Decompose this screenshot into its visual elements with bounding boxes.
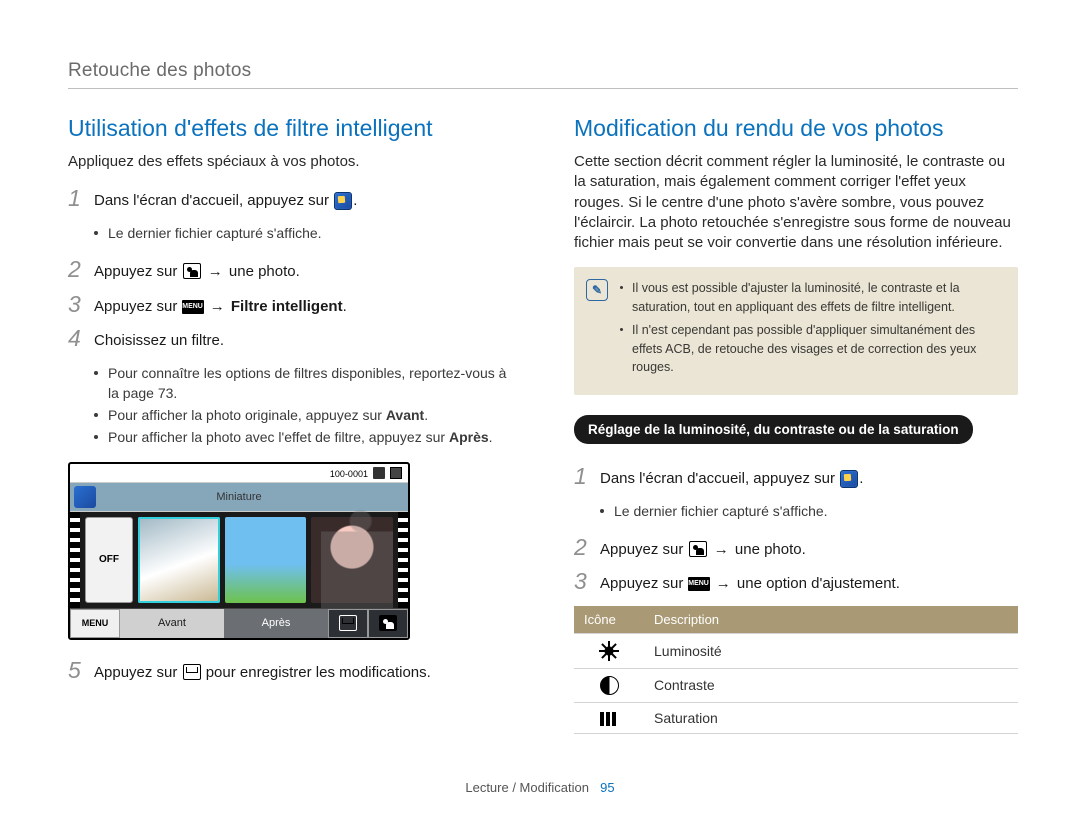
step4-notes: Pour connaître les options de ﬁltres dis… bbox=[94, 363, 512, 448]
step-number: 5 bbox=[68, 658, 94, 683]
step-text: Choisissez un ﬁltre. bbox=[94, 326, 224, 353]
brightness-icon bbox=[599, 641, 619, 661]
step1-notes: Le dernier ﬁchier capturé s'afﬁche. bbox=[94, 223, 512, 243]
step-text: Appuyez sur MENU → Filtre intelligent. bbox=[94, 292, 347, 319]
file-counter: 100-0001 bbox=[330, 467, 402, 479]
off-button[interactable]: OFF bbox=[85, 517, 133, 603]
tab-avant[interactable]: Avant bbox=[120, 609, 224, 638]
header-rule bbox=[68, 88, 1018, 89]
subsection-pill: Réglage de la luminosité, du contraste o… bbox=[574, 415, 973, 444]
film-sprocket-left bbox=[70, 512, 80, 608]
page-footer: Lecture / Modiﬁcation 95 bbox=[0, 780, 1080, 795]
people-icon bbox=[689, 541, 707, 557]
step-number: 2 bbox=[68, 257, 94, 282]
step-number: 4 bbox=[68, 326, 94, 351]
adjustment-options-table: Icône Description Luminosité Contraste bbox=[574, 606, 1018, 734]
menu-icon: MENU bbox=[182, 300, 204, 314]
page-header: Retouche des photos bbox=[68, 60, 1018, 82]
step-number: 3 bbox=[574, 569, 600, 594]
step-text: Appuyez sur MENU → une option d'ajusteme… bbox=[600, 569, 900, 596]
film-sprocket-right bbox=[398, 512, 408, 608]
step-number: 2 bbox=[574, 535, 600, 560]
preview-menu-button[interactable]: MENU bbox=[70, 609, 120, 638]
step-text: Appuyez sur → une photo. bbox=[600, 535, 806, 562]
step-text: Appuyez sur → une photo. bbox=[94, 257, 300, 284]
table-row: Saturation bbox=[574, 702, 1018, 733]
info-note: ✎ Il vous est possible d'ajuster la lumi… bbox=[574, 267, 1018, 395]
step-text: Appuyez sur pour enregistrer les modiﬁca… bbox=[94, 658, 431, 685]
step-text: Dans l'écran d'accueil, appuyez sur . bbox=[600, 464, 863, 491]
album-icon bbox=[334, 192, 352, 210]
menu-icon: MENU bbox=[688, 577, 710, 591]
step-number: 3 bbox=[68, 292, 94, 317]
save-icon bbox=[183, 664, 201, 680]
step-text: Dans l'écran d'accueil, appuyez sur . bbox=[94, 186, 357, 213]
contrast-icon bbox=[600, 676, 619, 695]
step-number: 1 bbox=[68, 186, 94, 211]
section-title-right: Modiﬁcation du rendu de vos photos bbox=[574, 115, 1018, 142]
preview-people-button[interactable] bbox=[368, 609, 408, 638]
preview-save-button[interactable] bbox=[328, 609, 368, 638]
table-header-icon: Icône bbox=[574, 606, 644, 634]
table-row: Contraste bbox=[574, 668, 1018, 702]
info-icon: ✎ bbox=[586, 279, 608, 301]
album-icon bbox=[840, 470, 858, 488]
right-intro: Cette section décrit comment régler la l… bbox=[574, 152, 1018, 253]
people-icon bbox=[183, 263, 201, 279]
step-number: 1 bbox=[574, 464, 600, 489]
saturation-icon bbox=[600, 712, 619, 726]
table-header-desc: Description bbox=[644, 606, 1018, 634]
table-row: Luminosité bbox=[574, 633, 1018, 668]
camera-screen-preview: 100-0001 Miniature OFF bbox=[68, 462, 410, 640]
filter-thumbnail[interactable] bbox=[311, 517, 393, 603]
section-title-left: Utilisation d'effets de ﬁltre intelligen… bbox=[68, 115, 512, 142]
tab-apres[interactable]: Après bbox=[224, 609, 328, 638]
left-intro: Appliquez des effets spéciaux à vos phot… bbox=[68, 152, 512, 172]
miniature-strip: Miniature bbox=[70, 482, 408, 512]
r-step1-notes: Le dernier ﬁchier capturé s'afﬁche. bbox=[600, 501, 1018, 521]
left-column: Utilisation d'effets de ﬁltre intelligen… bbox=[68, 115, 512, 734]
filter-thumbnail[interactable] bbox=[138, 517, 220, 603]
filter-thumbnail[interactable] bbox=[225, 517, 307, 603]
right-column: Modiﬁcation du rendu de vos photos Cette… bbox=[574, 115, 1018, 734]
